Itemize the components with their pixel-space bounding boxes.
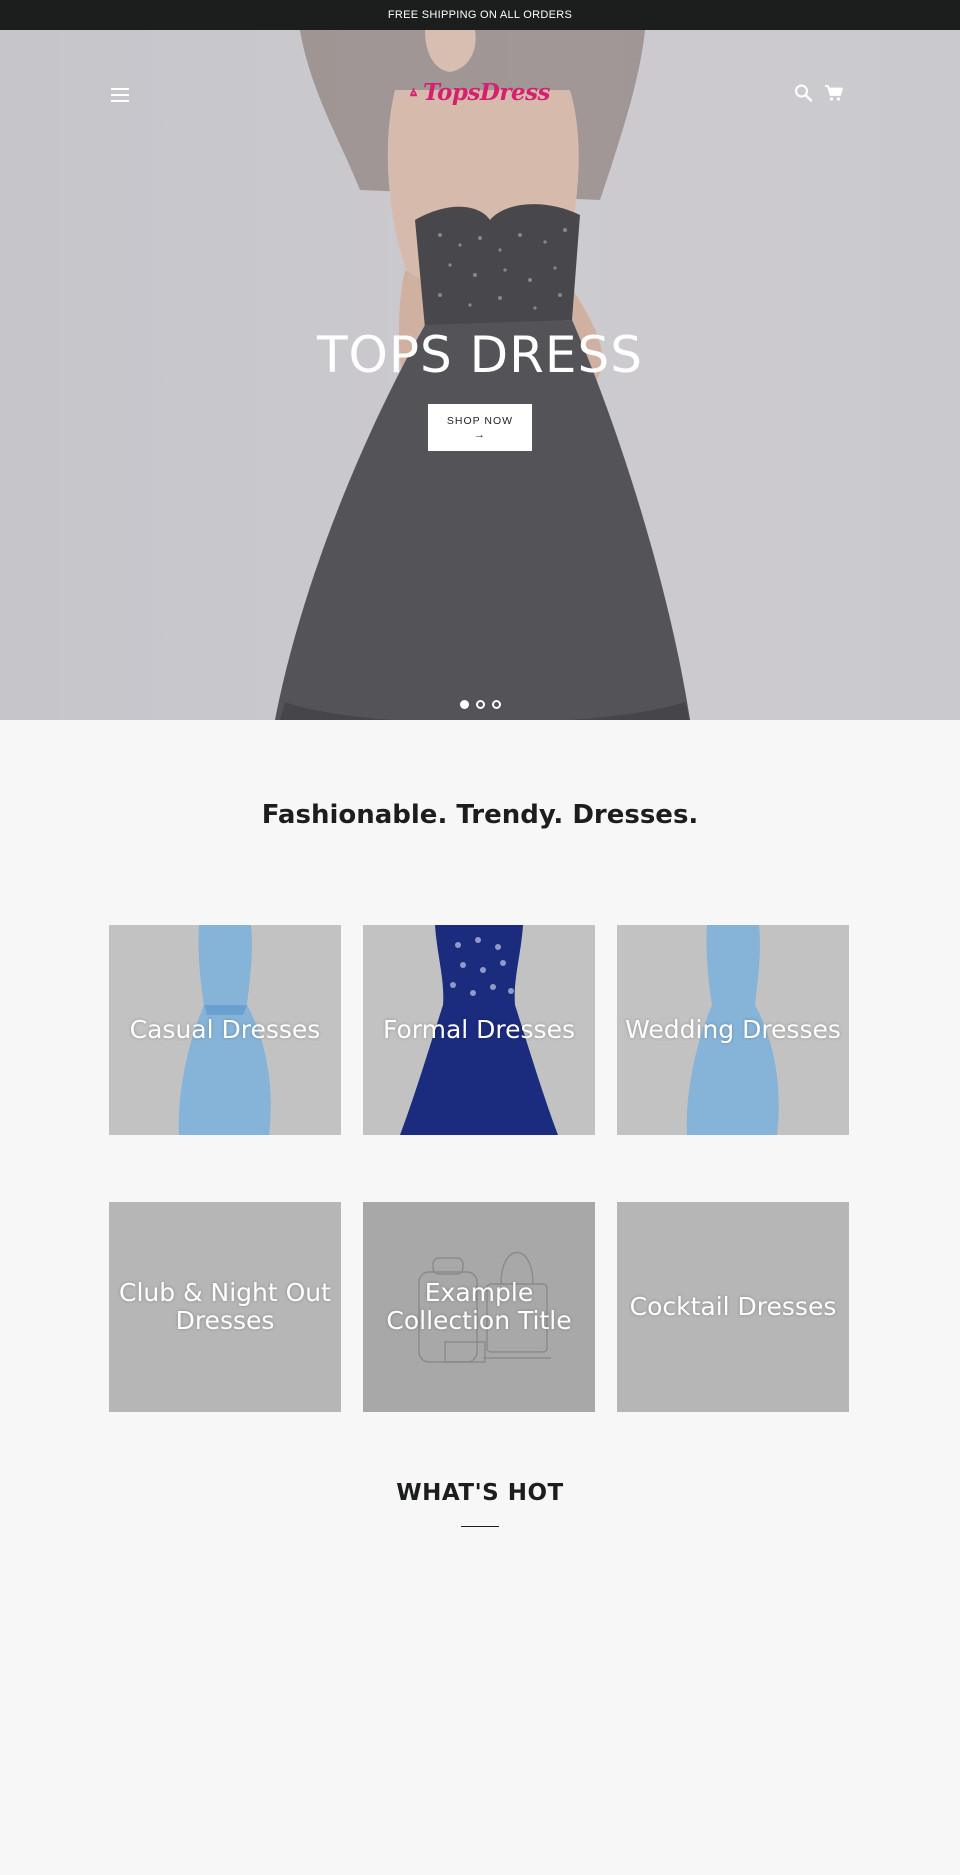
slideshow-dots — [0, 700, 960, 709]
shop-now-button[interactable]: SHOP NOW → — [428, 404, 532, 451]
announcement-bar: FREE SHIPPING ON ALL ORDERS — [0, 0, 960, 30]
collection-title: Formal Dresses — [382, 1015, 575, 1044]
shop-now-label: SHOP NOW — [446, 414, 514, 427]
slide-dot-3[interactable] — [491, 700, 501, 709]
logo-text: TopsDress — [423, 78, 550, 106]
hamburger-menu-icon[interactable] — [111, 88, 129, 102]
collection-club-night-out-dresses[interactable]: Club & Night Out Dresses — [109, 1202, 341, 1412]
slide-dot-2[interactable] — [475, 700, 485, 709]
hero-slideshow: TopsDress TOPS DRESS SHOP NOW → — [0, 30, 960, 720]
arrow-right-icon: → — [474, 428, 486, 441]
collection-title: Casual Dresses — [129, 1015, 321, 1044]
section-divider — [461, 1526, 499, 1527]
dress-logo-icon — [410, 88, 418, 97]
site-logo[interactable]: TopsDress — [410, 72, 550, 112]
collection-title: Wedding Dresses — [625, 1015, 841, 1044]
site-header: TopsDress — [0, 30, 960, 106]
whats-hot-title: WHAT'S HOT — [396, 1480, 564, 1506]
search-icon[interactable] — [794, 84, 814, 102]
cart-icon[interactable] — [824, 84, 844, 102]
collection-title: Club & Night Out Dresses — [119, 1278, 331, 1335]
slide-dot-1[interactable] — [459, 700, 469, 709]
collection-wedding-dresses[interactable]: Wedding Dresses — [617, 925, 849, 1135]
collection-title: Cocktail Dresses — [629, 1292, 837, 1321]
collection-example[interactable]: Example Collection Title — [363, 1202, 595, 1412]
hero-title: TOPS DRESS — [317, 326, 643, 384]
collection-title: Example Collection Title — [386, 1278, 572, 1335]
collection-casual-dresses[interactable]: Casual Dresses — [109, 925, 341, 1135]
tagline: Fashionable. Trendy. Dresses. — [261, 800, 699, 830]
collection-cocktail-dresses[interactable]: Cocktail Dresses — [617, 1202, 849, 1412]
announcement-text: FREE SHIPPING ON ALL ORDERS — [387, 9, 573, 21]
collection-formal-dresses[interactable]: Formal Dresses — [363, 925, 595, 1135]
